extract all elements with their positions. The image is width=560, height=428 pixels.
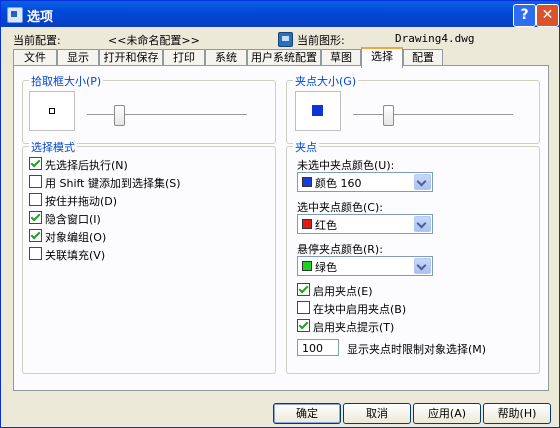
selection-modes-group: 选择模式 先选择后执行(N) 用 Shift 键添加到选择集(S) 按住并拖动(… xyxy=(22,139,276,374)
current-drawing-value: Drawing4.dwg xyxy=(395,32,475,45)
unselected-grip-color-value: 颜色 160 xyxy=(315,177,362,190)
current-profile-label: 当前配置: xyxy=(13,34,61,47)
pickbox-size-group: 拾取框大小(P) xyxy=(22,73,276,144)
associative-hatch-checkbox[interactable] xyxy=(29,247,42,260)
window-title: 选项 xyxy=(27,10,54,25)
selected-grip-color-value: 红色 xyxy=(315,219,337,232)
pickbox-slider-thumb[interactable] xyxy=(113,105,125,126)
chevron-down-icon[interactable] xyxy=(414,258,431,274)
tab-system[interactable]: 系统 xyxy=(205,49,247,65)
chevron-down-icon[interactable] xyxy=(414,216,431,232)
hover-grip-color-select[interactable]: 绿色 xyxy=(297,256,433,276)
options-dialog: 选项 ? ✕ 当前配置: <<未命名配置>> 当前图形: Drawing4.dw… xyxy=(0,0,560,428)
grip-size-group: 夹点大小(G) xyxy=(286,73,540,144)
current-profile-value: <<未命名配置>> xyxy=(108,34,200,47)
tab-open-save[interactable]: 打开和保存 xyxy=(99,49,163,65)
tab-selection[interactable]: 选择 xyxy=(361,47,403,68)
apply-button[interactable]: 应用(A) xyxy=(413,403,481,424)
tab-plot[interactable]: 打印 xyxy=(163,49,205,65)
grip-size-slider-thumb[interactable] xyxy=(382,105,394,126)
pickbox-slider-track[interactable] xyxy=(87,114,247,118)
enable-grips-checkbox[interactable] xyxy=(297,283,310,296)
tab-files[interactable]: 文件 xyxy=(13,49,57,65)
pickbox-icon xyxy=(49,108,55,114)
selected-grip-color-label: 选中夹点颜色(C): xyxy=(297,201,383,214)
selection-tab-panel: 拾取框大小(P) 选择模式 先选择后执行(N) 用 Shift 键添加到选择集(… xyxy=(13,65,549,391)
help-title-button[interactable]: ? xyxy=(513,4,536,27)
selected-grip-color-select[interactable]: 红色 xyxy=(297,214,433,234)
hover-grip-color-label: 悬停夹点颜色(R): xyxy=(297,243,383,256)
hover-grip-color-value: 绿色 xyxy=(315,261,337,274)
grip-size-slider-track[interactable] xyxy=(353,114,513,118)
shift-add-label: 用 Shift 键添加到选择集(S) xyxy=(45,177,181,190)
object-grouping-checkbox[interactable] xyxy=(29,229,42,242)
grip-square-icon xyxy=(312,105,323,116)
hover-color-swatch xyxy=(302,261,312,271)
enable-grips-in-blocks-label: 在块中启用夹点(B) xyxy=(313,303,407,316)
pickbox-size-title: 拾取框大小(P) xyxy=(29,73,104,89)
grip-size-title: 夹点大小(G) xyxy=(293,73,359,89)
enable-grips-label: 启用夹点(E) xyxy=(313,285,373,298)
object-grouping-label: 对象编组(O) xyxy=(45,231,107,244)
preselect-checkbox[interactable] xyxy=(29,157,42,170)
tab-profiles[interactable]: 配置 xyxy=(403,49,443,65)
press-drag-label: 按住并拖动(D) xyxy=(45,195,118,208)
implied-window-label: 隐含窗口(I) xyxy=(45,213,101,226)
title-bar[interactable]: 选项 ? ✕ xyxy=(1,1,559,27)
preselect-label: 先选择后执行(N) xyxy=(45,159,128,172)
associative-hatch-label: 关联填充(V) xyxy=(45,249,106,262)
grip-object-limit-label: 显示夹点时限制对象选择(M) xyxy=(347,343,487,356)
tab-display[interactable]: 显示 xyxy=(57,49,99,65)
tab-drafting[interactable]: 草图 xyxy=(321,49,361,65)
selection-modes-title: 选择模式 xyxy=(29,139,77,155)
tab-user-preferences[interactable]: 用户系统配置 xyxy=(247,49,321,65)
grip-preview xyxy=(295,91,341,131)
press-drag-checkbox[interactable] xyxy=(29,193,42,206)
pickbox-preview xyxy=(29,91,75,131)
shift-add-checkbox[interactable] xyxy=(29,175,42,188)
chevron-down-icon[interactable] xyxy=(414,174,431,190)
implied-window-checkbox[interactable] xyxy=(29,211,42,224)
close-button[interactable]: ✕ xyxy=(536,4,559,27)
selected-color-swatch xyxy=(302,219,312,229)
unselected-color-swatch xyxy=(302,177,312,187)
app-icon xyxy=(7,7,23,23)
enable-grip-tips-label: 启用夹点提示(T) xyxy=(313,321,395,334)
enable-grip-tips-checkbox[interactable] xyxy=(297,319,310,332)
ok-button[interactable]: 确定 xyxy=(273,403,341,424)
grips-group: 夹点 未选中夹点颜色(U): 颜色 160 选中夹点颜色(C): 红色 悬停夹点… xyxy=(286,139,540,374)
grip-object-limit-input[interactable]: 100 xyxy=(297,339,339,356)
unselected-grip-color-select[interactable]: 颜色 160 xyxy=(297,172,433,192)
drawing-file-icon xyxy=(278,32,293,47)
cancel-button[interactable]: 取消 xyxy=(343,403,411,424)
help-button[interactable]: 帮助(H) xyxy=(483,403,551,424)
enable-grips-in-blocks-checkbox[interactable] xyxy=(297,301,310,314)
grips-title: 夹点 xyxy=(293,139,319,155)
current-drawing-label: 当前图形: xyxy=(297,34,345,47)
unselected-grip-color-label: 未选中夹点颜色(U): xyxy=(297,159,395,172)
